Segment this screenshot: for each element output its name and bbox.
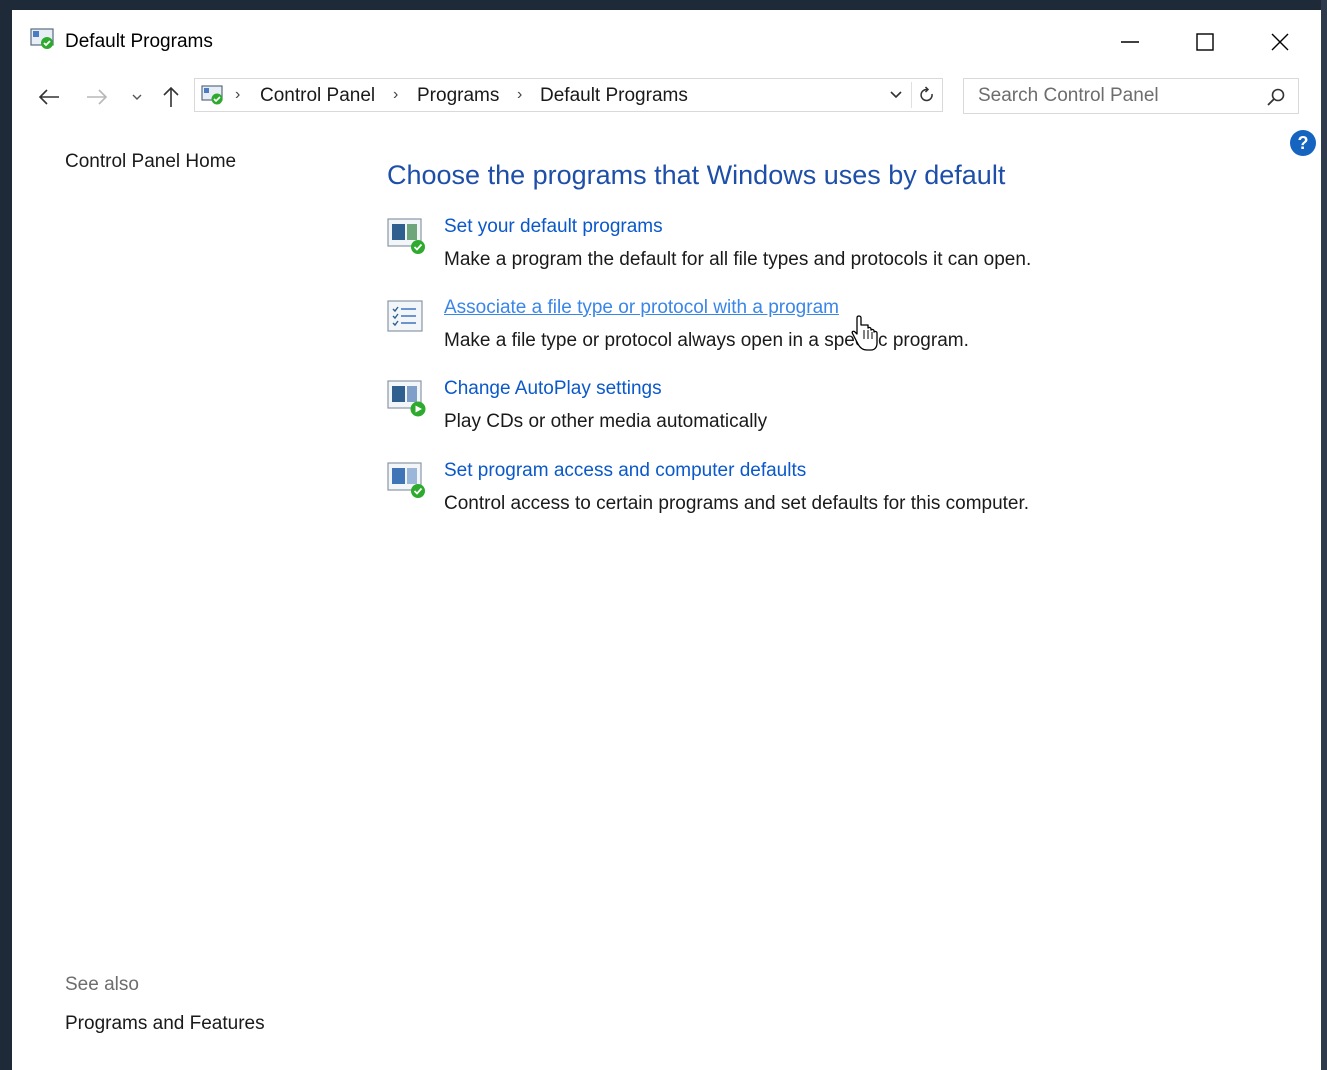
address-history-button[interactable] <box>883 79 909 111</box>
window-frame-left <box>0 0 12 1070</box>
search-box[interactable] <box>963 78 1299 114</box>
associate-file-type-description: Make a file type or protocol always open… <box>444 330 969 351</box>
breadcrumb-separator-icon: › <box>235 86 241 103</box>
change-autoplay-link[interactable]: Change AutoPlay settings <box>444 378 662 400</box>
hand-cursor-icon <box>851 315 878 351</box>
control-panel-icon <box>30 28 54 49</box>
task-program-access: Set program access and computer defaults… <box>387 460 1287 530</box>
associate-file-type-link[interactable]: Associate a file type or protocol with a… <box>444 297 839 319</box>
minimize-button[interactable] <box>1100 18 1160 66</box>
close-icon <box>1271 33 1289 51</box>
set-default-programs-link[interactable]: Set your default programs <box>444 216 663 238</box>
set-default-programs-description: Make a program the default for all file … <box>444 249 1032 270</box>
chevron-down-icon <box>890 91 902 99</box>
control-panel-icon <box>201 85 223 105</box>
refresh-icon <box>920 86 933 102</box>
breadcrumb-programs[interactable]: Programs <box>417 85 499 107</box>
title-bar[interactable]: Default Programs <box>12 10 1321 58</box>
chevron-down-icon <box>132 94 142 100</box>
file-association-icon <box>387 300 423 332</box>
help-icon[interactable]: ? <box>1289 129 1317 157</box>
arrow-up-icon <box>163 86 179 107</box>
window-frame-top <box>0 0 1327 10</box>
search-icon[interactable] <box>1266 87 1286 107</box>
breadcrumb-separator-icon: › <box>517 86 523 103</box>
maximize-button[interactable] <box>1175 18 1235 66</box>
task-set-default-programs: Set your default programs Make a program… <box>387 216 1287 286</box>
breadcrumb-default-programs[interactable]: Default Programs <box>540 85 688 107</box>
default-programs-icon <box>387 218 425 254</box>
task-associate-file-type: Associate a file type or protocol with a… <box>387 297 1287 367</box>
programs-and-features-link[interactable]: Programs and Features <box>65 1013 265 1035</box>
svg-text:?: ? <box>1298 133 1309 153</box>
autoplay-icon <box>387 380 426 417</box>
program-access-description: Control access to certain programs and s… <box>444 493 1030 514</box>
arrow-right-icon <box>87 89 108 105</box>
address-divider <box>911 82 912 108</box>
maximize-icon <box>1196 33 1214 51</box>
breadcrumb-control-panel[interactable]: Control Panel <box>260 85 375 107</box>
task-change-autoplay: Change AutoPlay settings Play CDs or oth… <box>387 378 1287 448</box>
refresh-button[interactable] <box>913 79 941 111</box>
window-frame-right <box>1321 0 1327 1070</box>
see-also-heading: See also <box>65 974 139 995</box>
control-panel-window: Default Programs › Control Panel › Progr… <box>12 10 1321 1070</box>
program-access-icon <box>387 462 425 498</box>
search-input[interactable] <box>964 79 1268 113</box>
page-title: Choose the programs that Windows uses by… <box>387 160 1006 190</box>
up-button[interactable] <box>154 82 188 112</box>
address-bar[interactable]: › Control Panel › Programs › Default Pro… <box>194 78 943 112</box>
program-access-link[interactable]: Set program access and computer defaults <box>444 460 806 482</box>
window-title: Default Programs <box>65 31 213 52</box>
arrow-left-icon <box>38 89 59 105</box>
back-button[interactable] <box>32 82 66 112</box>
close-button[interactable] <box>1250 18 1310 66</box>
minimize-icon <box>1121 41 1139 43</box>
forward-button[interactable] <box>80 82 114 112</box>
breadcrumb-separator-icon: › <box>393 86 399 103</box>
control-panel-home-link[interactable]: Control Panel Home <box>65 151 236 173</box>
recent-locations-button[interactable] <box>122 82 152 112</box>
change-autoplay-description: Play CDs or other media automatically <box>444 411 768 432</box>
